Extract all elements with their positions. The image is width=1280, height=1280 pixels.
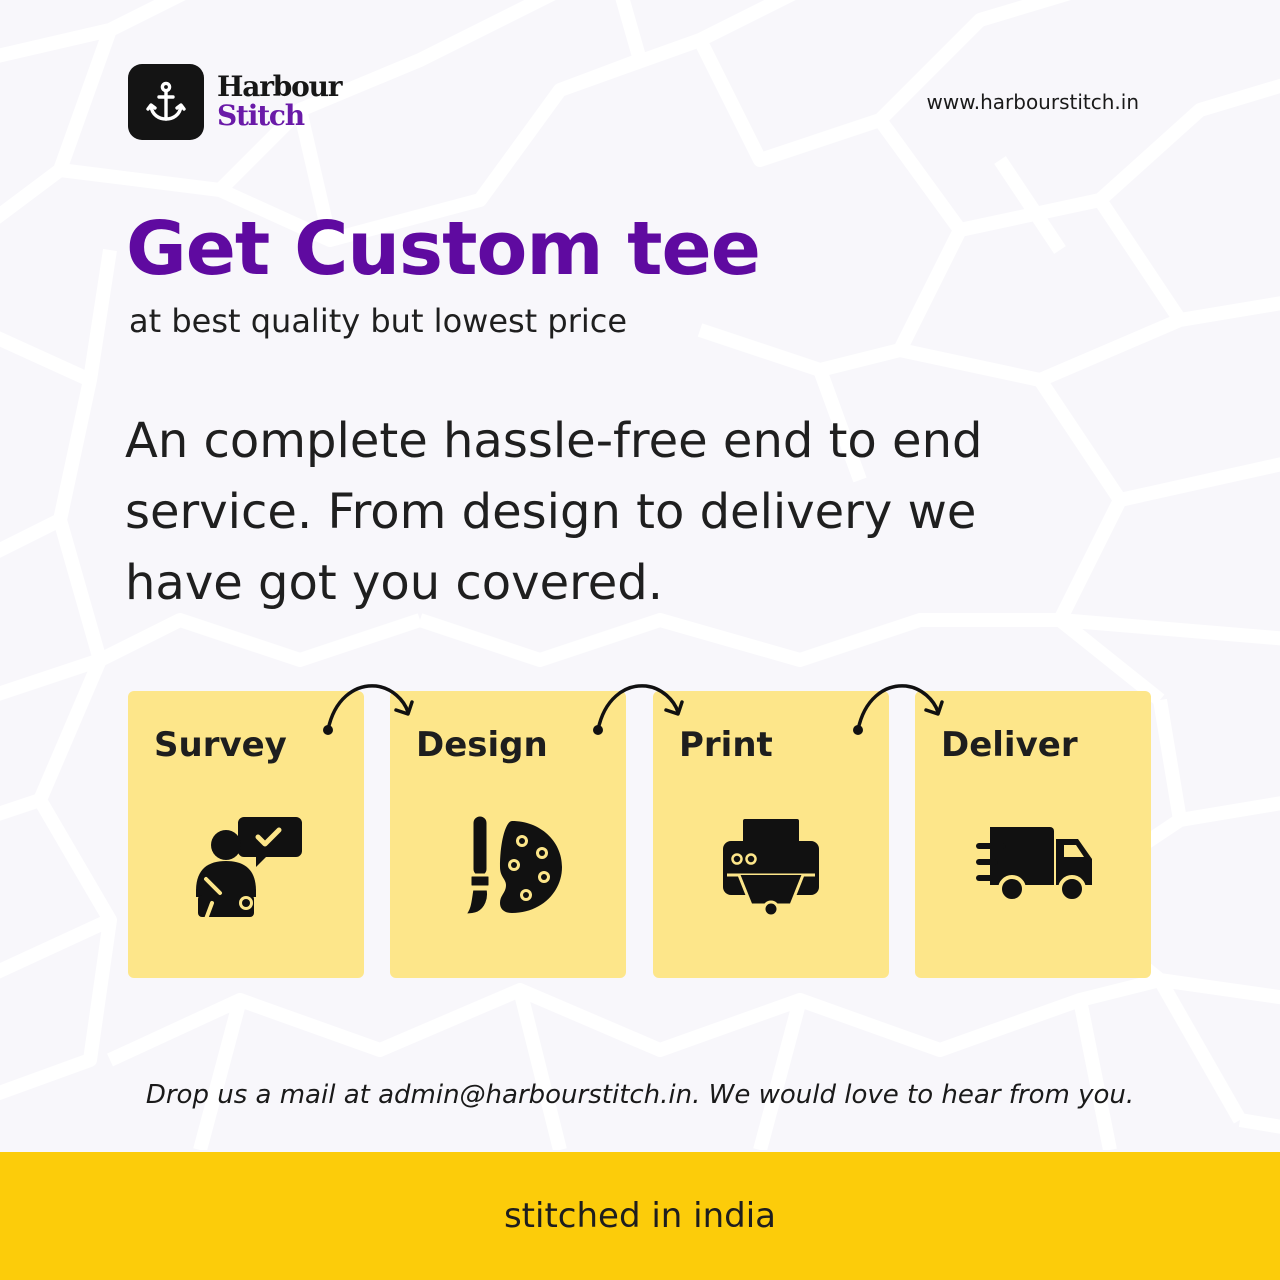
subheadline: at best quality but lowest price xyxy=(129,302,628,340)
website-link[interactable]: www.harbourstitch.in xyxy=(927,90,1140,114)
delivery-truck-icon xyxy=(976,827,1092,903)
anchor-icon xyxy=(146,81,186,121)
step-card-deliver: Deliver xyxy=(915,691,1151,978)
brand-wordmark: Harbour Stitch xyxy=(217,70,343,132)
brand-name-line2: Stitch xyxy=(217,99,305,132)
step-label: Design xyxy=(416,725,548,765)
service-description: An complete hassle-free end to end servi… xyxy=(125,413,983,611)
curved-arrow-icon xyxy=(853,684,944,735)
brand-logo[interactable] xyxy=(128,64,204,140)
footer-bar: stitched in india xyxy=(0,1152,1280,1280)
brand-name-line1: Harbour xyxy=(217,70,343,103)
curved-arrow-icon xyxy=(593,684,684,735)
survey-person-chat-icon xyxy=(196,817,302,921)
headline: Get Custom tee xyxy=(126,206,761,292)
curved-arrow-icon xyxy=(323,684,414,735)
step-label: Print xyxy=(679,725,773,765)
step-label: Survey xyxy=(154,725,287,765)
printer-icon xyxy=(723,819,819,918)
step-label: Deliver xyxy=(941,725,1078,765)
paint-palette-brush-icon xyxy=(460,813,562,917)
contact-message: Drop us a mail at admin@harbourstitch.in… xyxy=(145,1080,1135,1110)
footer-tagline: stitched in india xyxy=(503,1196,777,1236)
